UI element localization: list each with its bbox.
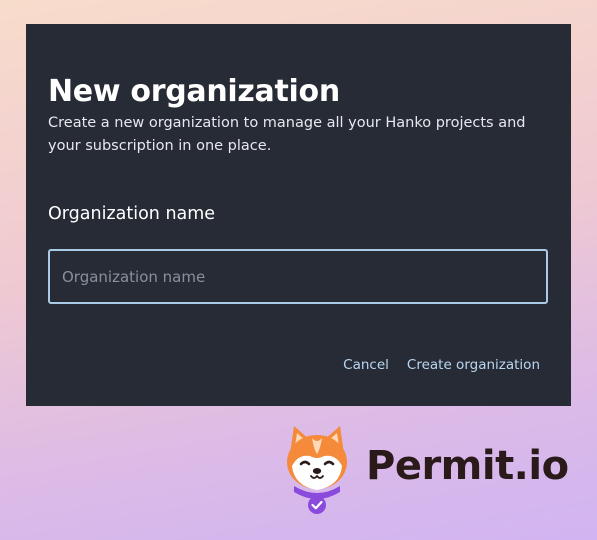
permit-io-branding: Permit.io	[284, 420, 584, 520]
organization-name-label: Organization name	[48, 204, 216, 224]
cancel-button[interactable]: Cancel	[343, 356, 389, 374]
dialog-title: New organization	[48, 74, 340, 109]
dialog-description: Create a new organization to manage all …	[48, 115, 526, 154]
new-organization-dialog: New organization Create a new organizati…	[26, 24, 571, 406]
organization-name-input[interactable]	[48, 249, 548, 304]
shiba-dog-icon	[287, 426, 347, 514]
create-organization-button[interactable]: Create organization	[407, 356, 540, 374]
dialog-actions: Cancel Create organization	[343, 356, 540, 374]
permit-io-wordmark: Permit.io	[366, 443, 569, 489]
